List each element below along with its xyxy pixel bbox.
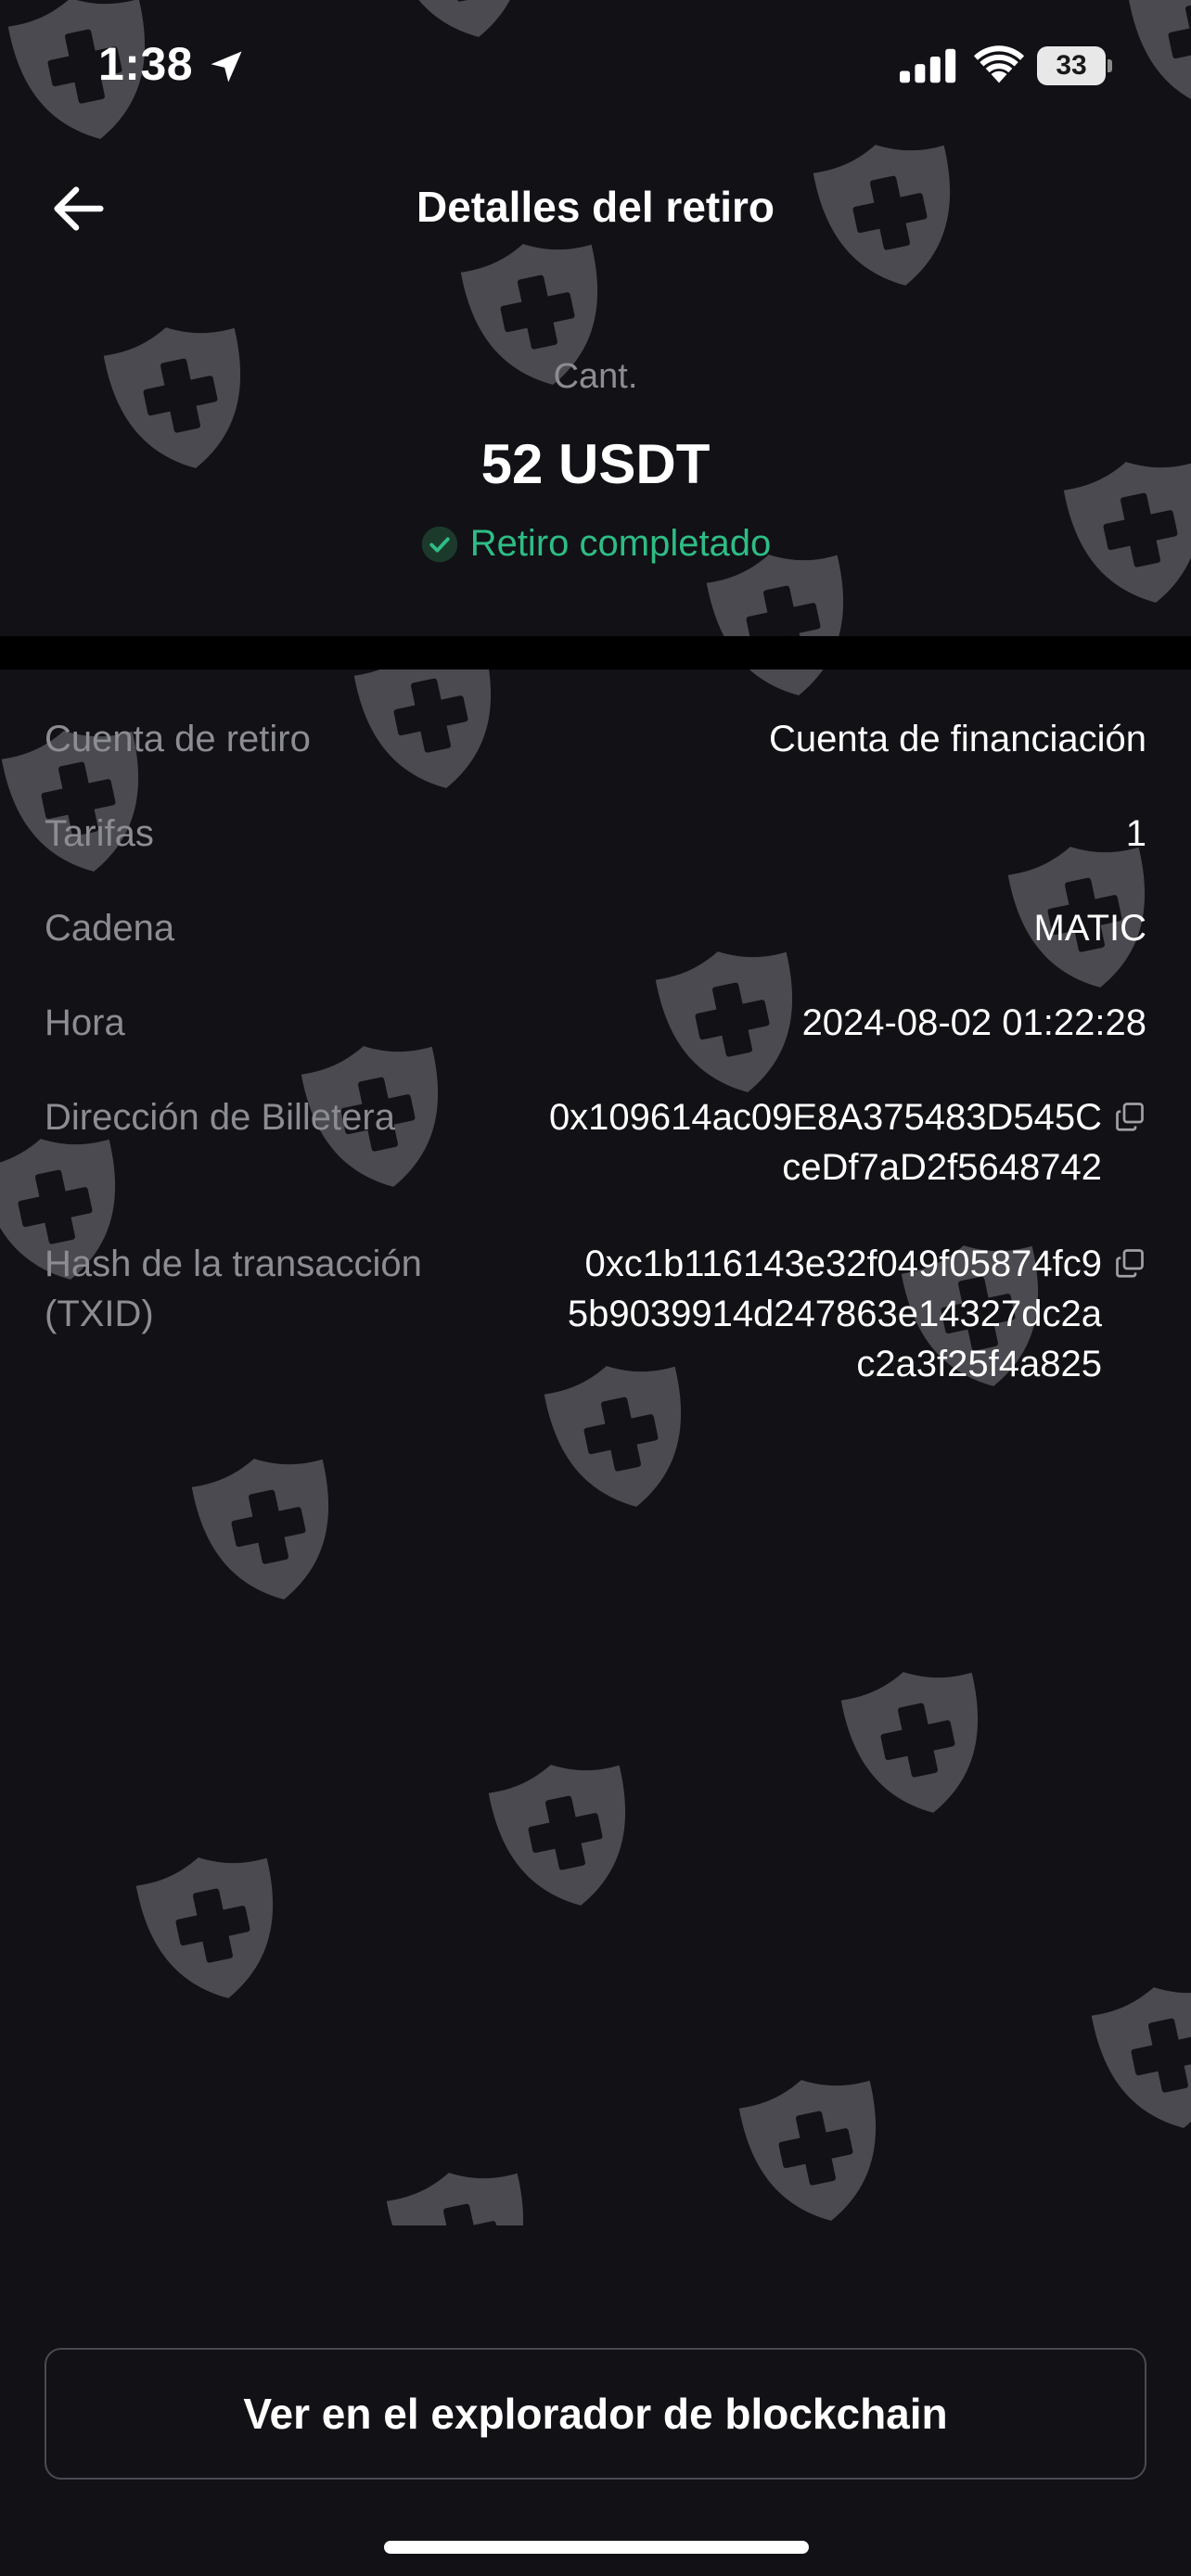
detail-row-fees: Tarifas 1 bbox=[45, 809, 1146, 864]
detail-label-txid-line: Hash de la transacción bbox=[45, 1243, 422, 1284]
detail-value-account: Cuenta de financiación bbox=[769, 719, 1146, 759]
status-bar: 1:38 33 bbox=[0, 0, 1191, 130]
withdrawal-status: Retiro completado bbox=[0, 523, 1191, 565]
shield-plus-icon bbox=[191, 1451, 343, 1607]
detail-row-time: Hora 2024-08-02 01:22:28 bbox=[45, 998, 1146, 1053]
detail-value-fees: 1 bbox=[1125, 813, 1146, 854]
detail-value-time: 2024-08-02 01:22:28 bbox=[801, 1002, 1146, 1043]
section-divider bbox=[0, 636, 1191, 670]
page-title: Detalles del retiro bbox=[416, 183, 775, 231]
shield-plus-icon bbox=[840, 1664, 992, 1820]
copy-icon[interactable] bbox=[1113, 1246, 1146, 1280]
home-indicator[interactable] bbox=[384, 2541, 809, 2554]
transaction-hash-line: 5b9039914d247863e14327dc2a bbox=[567, 1294, 1102, 1334]
shield-plus-icon bbox=[135, 1850, 288, 2006]
detail-label-chain: Cadena bbox=[45, 908, 175, 949]
wallet-address-line: ceDf7aD2f5648742 bbox=[782, 1147, 1102, 1188]
battery-level: 33 bbox=[1056, 50, 1087, 81]
transaction-hash-line: c2a3f25f4a825 bbox=[856, 1344, 1102, 1384]
detail-row-txid: Hash de la transacción (TXID) 0xc1b11614… bbox=[45, 1239, 1146, 1396]
shield-plus-icon bbox=[488, 1757, 640, 1913]
view-in-explorer-button[interactable]: Ver en el explorador de blockchain bbox=[45, 2348, 1146, 2480]
copy-icon[interactable] bbox=[1113, 1100, 1146, 1133]
shield-plus-icon bbox=[386, 2165, 538, 2225]
detail-value-chain: MATIC bbox=[1033, 908, 1146, 949]
detail-label-account: Cuenta de retiro bbox=[45, 719, 311, 759]
detail-row-wallet: Dirección de Billetera 0x109614ac09E8A37… bbox=[45, 1092, 1146, 1204]
detail-label-txid: Hash de la transacción (TXID) bbox=[45, 1239, 422, 1339]
status-time: 1:38 bbox=[98, 38, 194, 90]
check-circle-icon bbox=[421, 526, 457, 562]
wallet-address[interactable]: 0x109614ac09E8A375483D545C ceDf7aD2f5648… bbox=[453, 1092, 1102, 1192]
shield-plus-icon bbox=[706, 547, 858, 703]
view-in-explorer-label: Ver en el explorador de blockchain bbox=[243, 2390, 948, 2438]
amount-value: 52 USDT bbox=[480, 433, 711, 495]
location-arrow-icon bbox=[211, 51, 242, 83]
detail-label-wallet: Dirección de Billetera bbox=[45, 1097, 395, 1138]
status-text: Retiro completado bbox=[469, 523, 772, 564]
detail-label-fees: Tarifas bbox=[45, 813, 154, 854]
detail-label-time: Hora bbox=[45, 1002, 125, 1043]
detail-row-account: Cuenta de retiro Cuenta de financiación bbox=[45, 714, 1146, 770]
battery-icon: 33 bbox=[1037, 46, 1112, 85]
shield-plus-icon bbox=[738, 2072, 890, 2225]
amount-label: Cant. bbox=[553, 357, 638, 396]
detail-row-chain: Cadena MATIC bbox=[45, 903, 1146, 959]
detail-label-txid-line: (TXID) bbox=[45, 1294, 154, 1334]
transaction-hash-line: 0xc1b116143e32f049f05874fc9 bbox=[584, 1243, 1102, 1284]
shield-plus-icon bbox=[1091, 1980, 1191, 2136]
withdrawal-details-screen: 1:38 33 Detalles del retiro Cant. 52 USD… bbox=[0, 0, 1191, 2576]
wallet-address-line: 0x109614ac09E8A375483D545C bbox=[548, 1097, 1102, 1138]
signal-bars-icon bbox=[900, 48, 956, 83]
transaction-hash[interactable]: 0xc1b116143e32f049f05874fc9 5b9039914d24… bbox=[453, 1239, 1102, 1389]
wifi-icon bbox=[973, 45, 1025, 83]
